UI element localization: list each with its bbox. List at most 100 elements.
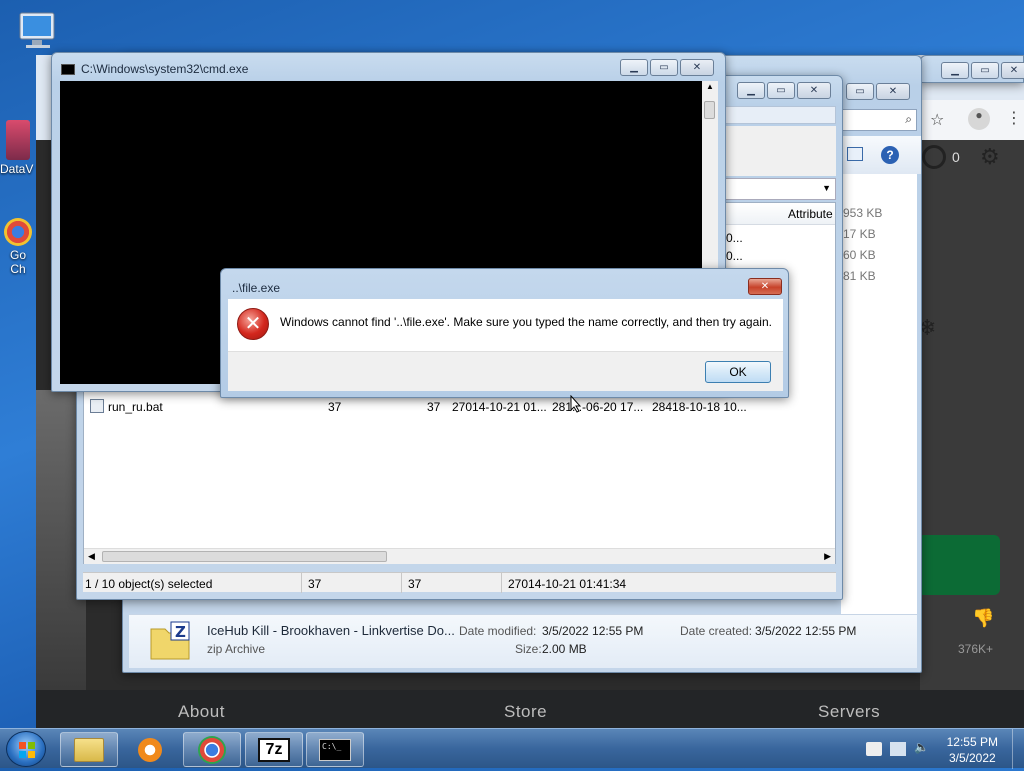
svg-text:Z: Z xyxy=(175,623,186,641)
desktop-icon-label: DataV xyxy=(0,162,34,176)
close-button[interactable]: ✕ xyxy=(1001,62,1024,79)
help-icon[interactable]: ? xyxy=(881,146,899,164)
desktop-icon-label: Go Ch xyxy=(9,248,26,276)
media-player-icon xyxy=(138,737,162,762)
status-divider xyxy=(401,573,402,593)
scroll-thumb[interactable] xyxy=(102,551,387,562)
menu-dots-icon[interactable]: ⋮ xyxy=(1006,108,1022,128)
computer-icon[interactable] xyxy=(14,10,62,52)
status-bar: 1 / 10 object(s) selected 37 37 27014-10… xyxy=(83,572,836,593)
status-size: 37 xyxy=(308,577,322,591)
status-modified: 27014-10-21 01:41:34 xyxy=(508,577,627,591)
clock-date: 3/5/2022 xyxy=(948,751,996,765)
servers-link[interactable]: Servers xyxy=(818,702,880,722)
size-value: 2.00 MB xyxy=(542,642,587,656)
accessed-cell: 28418-10-18 10... xyxy=(652,400,747,414)
selection-status: 1 / 10 object(s) selected xyxy=(85,577,213,591)
volume-icon[interactable]: 🔈 xyxy=(914,740,930,754)
taskbar: 7z C:\_ 🔈 12:55 PM 3/5/2022 xyxy=(0,728,1024,769)
dialog-body: ✕ Windows cannot find '..\file.exe'. Mak… xyxy=(228,299,783,351)
taskbar-chrome[interactable] xyxy=(183,732,241,767)
horizontal-scrollbar[interactable]: ◀ ▶ xyxy=(84,548,835,564)
dialog-title: ..\file.exe xyxy=(232,281,281,295)
scroll-thumb[interactable] xyxy=(704,101,715,119)
taskbar-7zip[interactable]: 7z xyxy=(245,732,303,767)
taskbar-explorer[interactable] xyxy=(60,732,118,767)
network-icon[interactable] xyxy=(890,742,906,756)
explorer-caption-buttons: ▭ ✕ xyxy=(846,83,910,100)
maximize-button[interactable]: ▭ xyxy=(846,83,874,100)
batch-file-icon xyxy=(90,399,104,413)
profile-avatar[interactable]: ● xyxy=(968,108,990,130)
robux-count: 0 xyxy=(952,149,960,165)
computer-monitor-icon xyxy=(19,12,55,48)
about-link[interactable]: About xyxy=(178,702,225,722)
size-label: Size: xyxy=(515,642,542,656)
scroll-up-icon[interactable]: ▲ xyxy=(706,82,714,91)
error-icon: ✕ xyxy=(237,308,269,340)
created-cell: 281...-06-20 17... xyxy=(552,400,644,414)
search-icon: ⌕ xyxy=(905,112,912,126)
zip-archive-icon: Z xyxy=(149,621,193,661)
close-button[interactable]: ✕ xyxy=(876,83,910,100)
details-file-type: zip Archive xyxy=(207,642,266,656)
clock[interactable]: 12:55 PM 3/5/2022 xyxy=(947,734,998,766)
maximize-button[interactable]: ▭ xyxy=(767,82,795,99)
packed-size-cell: 37 xyxy=(427,400,441,414)
date-modified-value: 3/5/2022 12:55 PM xyxy=(542,624,644,638)
preview-pane-icon[interactable] xyxy=(847,147,863,161)
chrome-icon xyxy=(198,735,226,764)
minimize-button[interactable]: ▁ xyxy=(620,59,648,76)
file-explorer-icon xyxy=(74,737,104,762)
size-value: 953 KB xyxy=(843,206,883,220)
details-pane: Z IceHub Kill - Brookhaven - Linkvertise… xyxy=(129,614,917,668)
close-button[interactable]: ✕ xyxy=(748,278,782,295)
partial-cell: 0... xyxy=(726,249,743,263)
maximize-button[interactable]: ▭ xyxy=(650,59,678,76)
column-header-attribute[interactable]: Attribute xyxy=(788,207,833,221)
datav-icon xyxy=(6,120,30,160)
robux-icon[interactable] xyxy=(922,145,946,169)
show-desktop-button[interactable] xyxy=(1012,729,1024,769)
desktop-icon-datav[interactable]: DataV xyxy=(0,120,36,176)
size-value: 60 KB xyxy=(843,248,876,262)
error-dialog: ..\file.exe ✕ ✕ Windows cannot find '..\… xyxy=(220,268,789,398)
clock-time: 12:55 PM xyxy=(946,735,998,749)
thumbs-down-icon[interactable]: 👎 xyxy=(972,608,994,629)
bookmark-star-icon[interactable]: ☆ xyxy=(930,110,944,130)
scroll-right-icon[interactable]: ▶ xyxy=(824,551,831,562)
partial-cell: 0... xyxy=(726,231,743,245)
size-value: 81 KB xyxy=(843,269,876,283)
scroll-left-icon[interactable]: ◀ xyxy=(88,551,95,562)
table-row[interactable]: run_ru.bat 37 37 27014-10-21 01... 281..… xyxy=(84,398,835,416)
cmd-window-title: C:\Windows\system32\cmd.exe xyxy=(81,62,249,76)
ok-button[interactable]: OK xyxy=(705,361,771,383)
explorer-file-list: 953 KB 17 KB 60 KB 81 KB xyxy=(841,174,917,614)
modified-cell: 27014-10-21 01... xyxy=(452,400,547,414)
date-modified-label: Date modified: xyxy=(459,624,537,638)
taskbar-cmd[interactable]: C:\_ xyxy=(306,732,364,767)
close-button[interactable]: ✕ xyxy=(680,59,714,76)
likes-count: 376K+ xyxy=(958,642,994,656)
minimize-button[interactable]: ▁ xyxy=(941,62,969,79)
file-name-cell: run_ru.bat xyxy=(108,400,163,414)
windows-logo-icon xyxy=(19,742,35,758)
settings-gear-icon[interactable]: ⚙ xyxy=(980,144,1000,170)
maximize-button[interactable]: ▭ xyxy=(971,62,999,79)
play-button[interactable] xyxy=(922,535,1000,595)
store-link[interactable]: Store xyxy=(504,702,547,722)
action-center-icon[interactable] xyxy=(866,742,882,756)
status-divider xyxy=(301,573,302,593)
explorer-search-box[interactable]: ⌕ xyxy=(841,109,917,131)
date-created-value: 3/5/2022 12:55 PM xyxy=(755,624,857,638)
start-button[interactable] xyxy=(6,731,46,767)
desktop-icon-chrome[interactable]: Go Ch xyxy=(0,218,36,276)
close-button[interactable]: ✕ xyxy=(797,82,831,99)
minimize-button[interactable]: ▁ xyxy=(737,82,765,99)
status-packed: 37 xyxy=(408,577,422,591)
taskbar-media-player[interactable] xyxy=(121,732,179,767)
browser-window-frame: ▁ ▭ ✕ xyxy=(920,55,1024,83)
mouse-cursor-icon xyxy=(570,395,582,413)
dialog-footer: OK xyxy=(228,351,783,391)
status-divider xyxy=(501,573,502,593)
